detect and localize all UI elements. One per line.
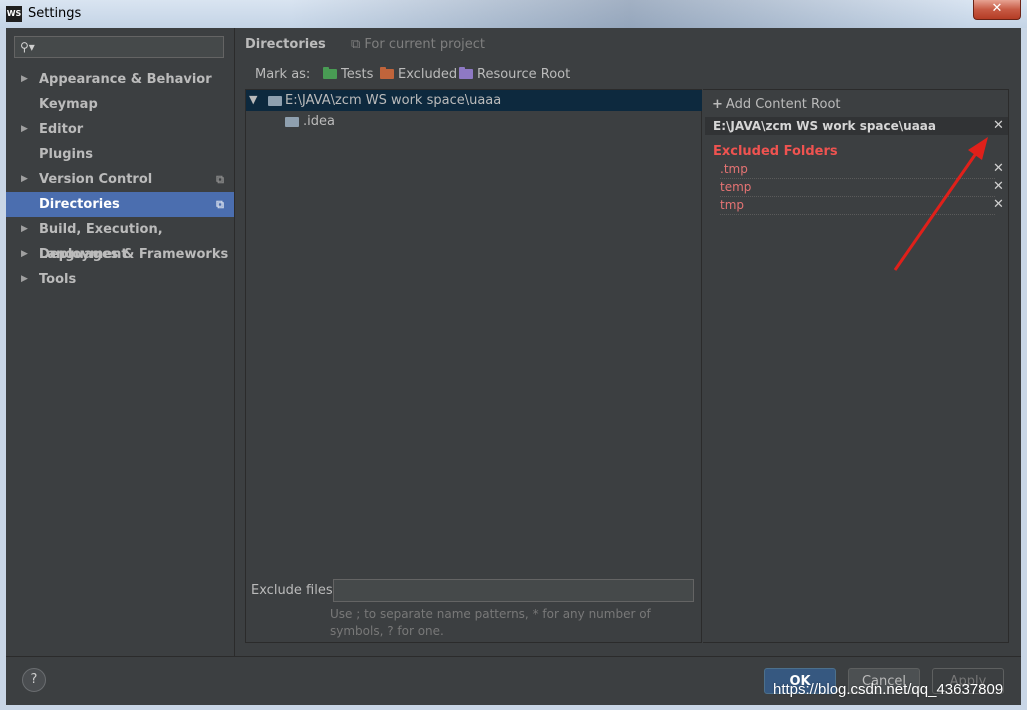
- window-close-button[interactable]: ✕: [973, 0, 1021, 20]
- expand-arrow-icon[interactable]: ▶: [21, 117, 28, 142]
- plus-icon: +: [712, 97, 723, 112]
- add-content-root-label: Add Content Root: [725, 97, 841, 112]
- mark-button-label: Tests: [341, 67, 374, 82]
- project-scope-icon: ⧉: [216, 198, 224, 211]
- exclude-files-hint: Use ; to separate name patterns, * for a…: [330, 607, 651, 638]
- search-icon: ⚲▾: [20, 40, 35, 54]
- sidebar-item-directories[interactable]: Directories ⧉: [6, 192, 234, 217]
- excluded-folders-title: Excluded Folders: [713, 144, 838, 159]
- excluded-folder-item: tmp: [720, 198, 995, 215]
- webstorm-app-icon: WS: [6, 6, 22, 22]
- mark-as-resource-root-button[interactable]: Resource Root: [459, 67, 570, 82]
- excluded-folder-item: temp: [720, 180, 995, 197]
- folder-icon: [285, 117, 299, 127]
- tests-folder-icon: [323, 67, 337, 79]
- project-scope-icon: ⧉: [351, 37, 365, 52]
- sidebar-item-appearance-behavior[interactable]: ▶ Appearance & Behavior: [6, 67, 234, 92]
- excluded-folder-icon: [380, 67, 394, 79]
- exclude-files-input[interactable]: [333, 579, 694, 602]
- sidebar-item-label: Appearance & Behavior: [39, 72, 212, 87]
- help-button[interactable]: ?: [22, 668, 46, 692]
- expand-arrow-icon[interactable]: ▶: [21, 67, 28, 92]
- remove-excluded-close-icon[interactable]: ✕: [993, 161, 1004, 176]
- page-title: Directories: [245, 37, 326, 52]
- resource-root-folder-icon: [459, 67, 473, 79]
- project-scope-icon: ⧉: [216, 173, 224, 186]
- window-title: Settings: [28, 6, 82, 21]
- settings-sidebar: ⚲▾ ▶ Appearance & Behavior Keymap ▶ Edit…: [6, 28, 235, 656]
- exclude-files-label: Exclude files:: [251, 583, 338, 598]
- remove-excluded-close-icon[interactable]: ✕: [993, 179, 1004, 194]
- expand-arrow-icon[interactable]: ▶: [21, 217, 28, 242]
- collapse-arrow-icon[interactable]: ▼: [249, 93, 257, 106]
- expand-arrow-icon[interactable]: ▶: [21, 267, 28, 292]
- sidebar-item-label: Tools: [39, 272, 77, 287]
- mark-button-label: Resource Root: [477, 67, 571, 82]
- remove-excluded-close-icon[interactable]: ✕: [993, 197, 1004, 212]
- sidebar-item-label: Languages & Frameworks: [39, 247, 229, 262]
- sidebar-item-label: Keymap: [39, 97, 98, 112]
- scope-label: ⧉ For current project: [351, 37, 485, 52]
- settings-search-input[interactable]: ⚲▾: [14, 36, 224, 58]
- sidebar-item-label: Editor: [39, 122, 84, 137]
- tree-node-idea[interactable]: .idea: [303, 114, 335, 129]
- sidebar-item-editor[interactable]: ▶ Editor: [6, 117, 234, 142]
- directory-tree[interactable]: [245, 89, 702, 643]
- content-root-path: E:\JAVA\zcm WS work space\uaaa: [713, 119, 937, 133]
- sidebar-item-build-execution-deployment[interactable]: ▶ Build, Execution, Deployment: [6, 217, 234, 262]
- watermark-text: https://blog.csdn.net/qq_43637809: [773, 681, 1004, 698]
- excluded-folder-item: .tmp: [720, 162, 995, 179]
- mark-as-label: Mark as:: [255, 67, 311, 82]
- sidebar-item-label: Plugins: [39, 147, 93, 162]
- sidebar-item-plugins[interactable]: Plugins: [6, 142, 234, 167]
- add-content-root-button[interactable]: + Add Content Root: [712, 97, 841, 112]
- sidebar-item-keymap[interactable]: Keymap: [6, 92, 234, 117]
- sidebar-item-version-control[interactable]: ▶ Version Control ⧉: [6, 167, 234, 192]
- tree-node-root[interactable]: E:\JAVA\zcm WS work space\uaaa: [285, 93, 501, 108]
- mark-as-tests-button[interactable]: Tests: [323, 67, 373, 82]
- expand-arrow-icon[interactable]: ▶: [21, 167, 28, 192]
- expand-arrow-icon[interactable]: ▶: [21, 242, 28, 267]
- sidebar-item-label: Version Control: [39, 172, 153, 187]
- sidebar-item-languages-frameworks[interactable]: ▶ Languages & Frameworks: [6, 242, 234, 267]
- scope-text: For current project: [364, 37, 486, 52]
- title-bar-background: [290, 0, 970, 28]
- sidebar-item-label: Directories: [39, 197, 120, 212]
- remove-content-root-close-icon[interactable]: ✕: [993, 118, 1004, 133]
- title-bar: WS Settings ✕: [0, 0, 1027, 28]
- mark-button-label: Excluded: [398, 67, 458, 82]
- folder-icon: [268, 96, 282, 106]
- sidebar-item-tools[interactable]: ▶ Tools: [6, 267, 234, 292]
- mark-as-excluded-button[interactable]: Excluded: [380, 67, 457, 82]
